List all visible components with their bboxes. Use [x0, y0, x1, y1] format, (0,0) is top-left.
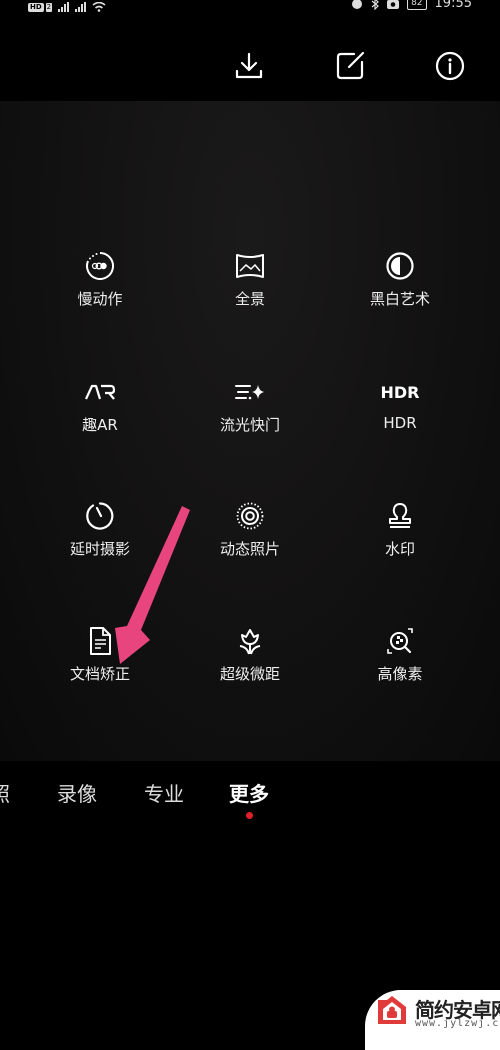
- ar-icon: [84, 376, 116, 408]
- mode-label: 趣AR: [82, 416, 118, 434]
- mode-slow-motion[interactable]: 慢动作: [35, 250, 165, 309]
- mode-document-correction[interactable]: 文档矫正: [35, 625, 165, 684]
- mode-super-macro[interactable]: 超级微距: [185, 625, 315, 684]
- mode-panorama[interactable]: 全景: [185, 250, 315, 309]
- mode-timelapse[interactable]: 延时摄影: [35, 500, 165, 559]
- download-button[interactable]: [233, 50, 265, 82]
- mode-label: 流光快门: [219, 416, 280, 434]
- android-house-logo: [378, 996, 406, 1024]
- mode-light-painting[interactable]: 流光快门: [185, 376, 315, 435]
- tab-more[interactable]: 更多: [229, 778, 269, 807]
- document-icon: [84, 625, 116, 657]
- hd-badge: HD: [28, 3, 44, 12]
- mode-label: 延时摄影: [69, 540, 130, 558]
- hdr-icon: HDR: [380, 382, 420, 402]
- status-bar: HD 2 82 19:55: [0, 0, 500, 14]
- monochrome-icon: [384, 250, 416, 282]
- battery-indicator: 82: [407, 0, 427, 10]
- tab-video[interactable]: 录像: [57, 778, 97, 807]
- mode-label: 动态照片: [219, 540, 280, 558]
- download-icon: [235, 52, 263, 79]
- info-button[interactable]: [434, 50, 466, 82]
- mode-monochrome[interactable]: 黑白艺术: [335, 250, 465, 309]
- mode-label: 慢动作: [77, 290, 123, 308]
- eye-comfort-icon: [352, 0, 363, 9]
- edit-icon: [336, 51, 365, 80]
- status-right: 82 19:55: [351, 0, 472, 11]
- active-tab-indicator: [246, 812, 253, 819]
- mode-ar[interactable]: 趣AR: [35, 376, 165, 435]
- mode-watermark[interactable]: 水印: [335, 500, 465, 559]
- mode-label: 黑白艺术: [369, 290, 430, 308]
- timelapse-icon: [84, 500, 116, 532]
- tab-pro[interactable]: 专业: [144, 778, 184, 807]
- mode-moving-picture[interactable]: 动态照片: [185, 500, 315, 559]
- status-left: HD 2: [28, 0, 106, 12]
- mode-label: 高像素: [377, 665, 423, 683]
- mode-label: 水印: [384, 540, 415, 558]
- watermark-url: www.jylzwj.com: [415, 1018, 500, 1029]
- moving-picture-icon: [234, 500, 266, 532]
- info-icon: [435, 51, 465, 81]
- macro-flower-icon: [234, 625, 266, 657]
- signal-icon-2: [75, 2, 87, 12]
- tab-photo[interactable]: 照: [0, 778, 10, 807]
- mode-label: 全景: [234, 290, 265, 308]
- camera-status-icon: [387, 0, 400, 9]
- light-painting-icon: [234, 376, 266, 408]
- camera-mode-tabs: 照 录像 专业 更多: [0, 778, 500, 808]
- mode-label: 文档矫正: [69, 665, 130, 683]
- signal-icon: [58, 2, 70, 12]
- mode-hdr[interactable]: HDR HDR: [335, 376, 465, 433]
- site-watermark: 简约安卓网 www.jylzwj.com: [365, 990, 500, 1050]
- mode-label: HDR: [383, 414, 417, 432]
- sim-badge: 2: [45, 3, 53, 12]
- bluetooth-icon: [371, 0, 379, 10]
- watermark-stamp-icon: [384, 500, 416, 532]
- mode-label: 超级微距: [219, 665, 280, 683]
- clock: 19:55: [434, 0, 472, 11]
- edit-button[interactable]: [334, 50, 366, 82]
- mode-high-resolution[interactable]: 高像素: [335, 625, 465, 684]
- slow-motion-icon: [84, 250, 116, 282]
- wifi-icon: [92, 2, 106, 12]
- panorama-icon: [234, 250, 266, 282]
- high-resolution-icon: [384, 625, 416, 657]
